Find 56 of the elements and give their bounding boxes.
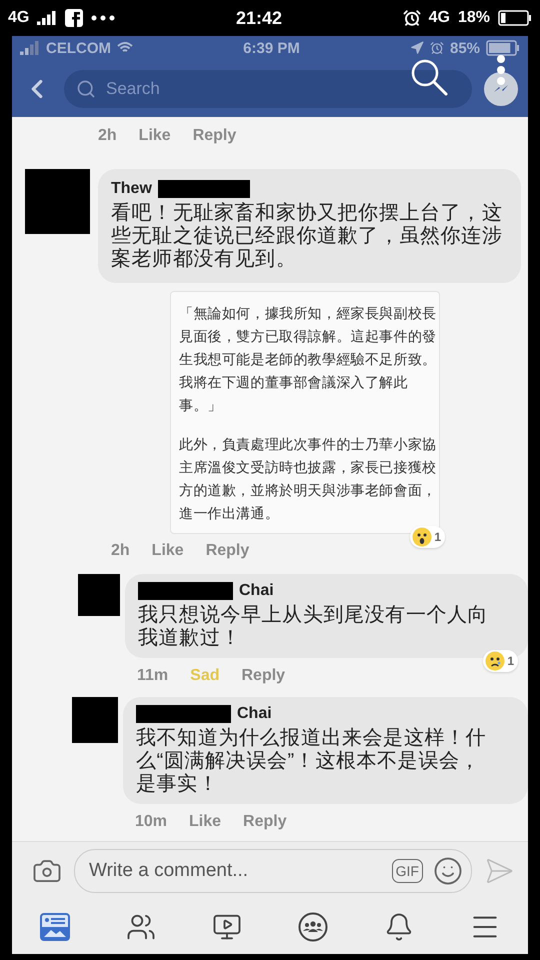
- emoji-icon[interactable]: [433, 856, 463, 886]
- comment-author[interactable]: Thew: [111, 180, 152, 198]
- comment-text: 我不知道为什么报道出来会是这样！什么“圆满解决误会”！这根本不是误会，是事实！: [136, 727, 488, 796]
- reply-link[interactable]: Reply: [192, 127, 236, 145]
- status-time: 6:39 PM: [243, 40, 300, 56]
- signal-icon: [37, 11, 58, 25]
- battery-percent: 18%: [458, 9, 490, 27]
- quote-paragraph: 此外，負責處理此次事件的士乃華小家協主席溫俊文受訪時也披露，家長已接獲校方的道歉，並將於明天與涉事老師會面，進一作出溝通。: [179, 435, 438, 523]
- redacted-avatar: [72, 697, 118, 743]
- search-icon[interactable]: [410, 58, 450, 98]
- comment-author[interactable]: Chai: [239, 582, 274, 600]
- reply-link[interactable]: Reply: [206, 542, 250, 560]
- reply-link[interactable]: Reply: [243, 813, 287, 831]
- wow-emoji-icon: [412, 527, 432, 547]
- wifi-icon: [117, 42, 133, 54]
- clock-time: 21:42: [236, 8, 282, 28]
- more-icon: [91, 15, 116, 21]
- alarm-icon: [402, 9, 421, 27]
- network-type: 4G: [428, 9, 450, 27]
- more-icon[interactable]: [496, 54, 506, 86]
- comment-text: 看吧！无耻家畜和家协又把你摆上台了，这些无耻之徒说已经跟你道歉了，虽然你连涉案老师都没有见到。: [111, 202, 504, 271]
- location-icon: [410, 41, 424, 55]
- search-field[interactable]: Search: [64, 70, 472, 108]
- sad-emoji-icon: [485, 651, 506, 671]
- comment-time: 10m: [135, 813, 168, 831]
- signal-icon: [20, 41, 40, 55]
- like-link[interactable]: Like: [138, 127, 171, 145]
- search-icon: [76, 78, 96, 98]
- battery-icon: [486, 40, 520, 56]
- like-link[interactable]: Like: [189, 813, 222, 831]
- redacted-avatar: [25, 169, 90, 234]
- news-feed-icon[interactable]: [40, 913, 70, 941]
- groups-icon[interactable]: [298, 912, 328, 942]
- redacted-avatar: [78, 574, 120, 616]
- reaction-count-badge: 1: [410, 526, 445, 548]
- bell-icon[interactable]: [384, 912, 414, 942]
- comment-author[interactable]: Chai: [237, 705, 272, 723]
- comment-field[interactable]: Write a comment... GIF: [74, 849, 472, 893]
- network-type: 4G: [8, 9, 30, 27]
- like-link[interactable]: Like: [152, 542, 184, 560]
- battery-icon: [498, 10, 532, 26]
- video-icon[interactable]: [212, 912, 242, 942]
- friends-icon[interactable]: [126, 912, 156, 942]
- reaction-count-badge: 1: [483, 650, 518, 672]
- comment-time: 2h: [111, 542, 130, 560]
- comment-time: 11m: [137, 667, 168, 685]
- alarm-icon: [430, 41, 444, 55]
- comment-text: 我只想说今早上从头到尾没有一个人向我道歉过！: [138, 604, 490, 650]
- comment-time: 2h: [98, 127, 117, 145]
- carrier-name: CELCOM: [46, 40, 111, 56]
- quote-paragraph: 「無論如何，據我所知，經家長與副校長見面後，雙方已取得諒解。這起事件的發生我想可能是老師的教學經驗不足所致。我將在下週的董事部會議深入了解此事。」: [179, 304, 438, 415]
- battery-percent: 85%: [450, 40, 480, 56]
- app-icon: [65, 9, 84, 27]
- reply-link[interactable]: Reply: [241, 667, 286, 685]
- messenger-icon[interactable]: [484, 72, 518, 106]
- gif-button[interactable]: GIF: [392, 859, 423, 883]
